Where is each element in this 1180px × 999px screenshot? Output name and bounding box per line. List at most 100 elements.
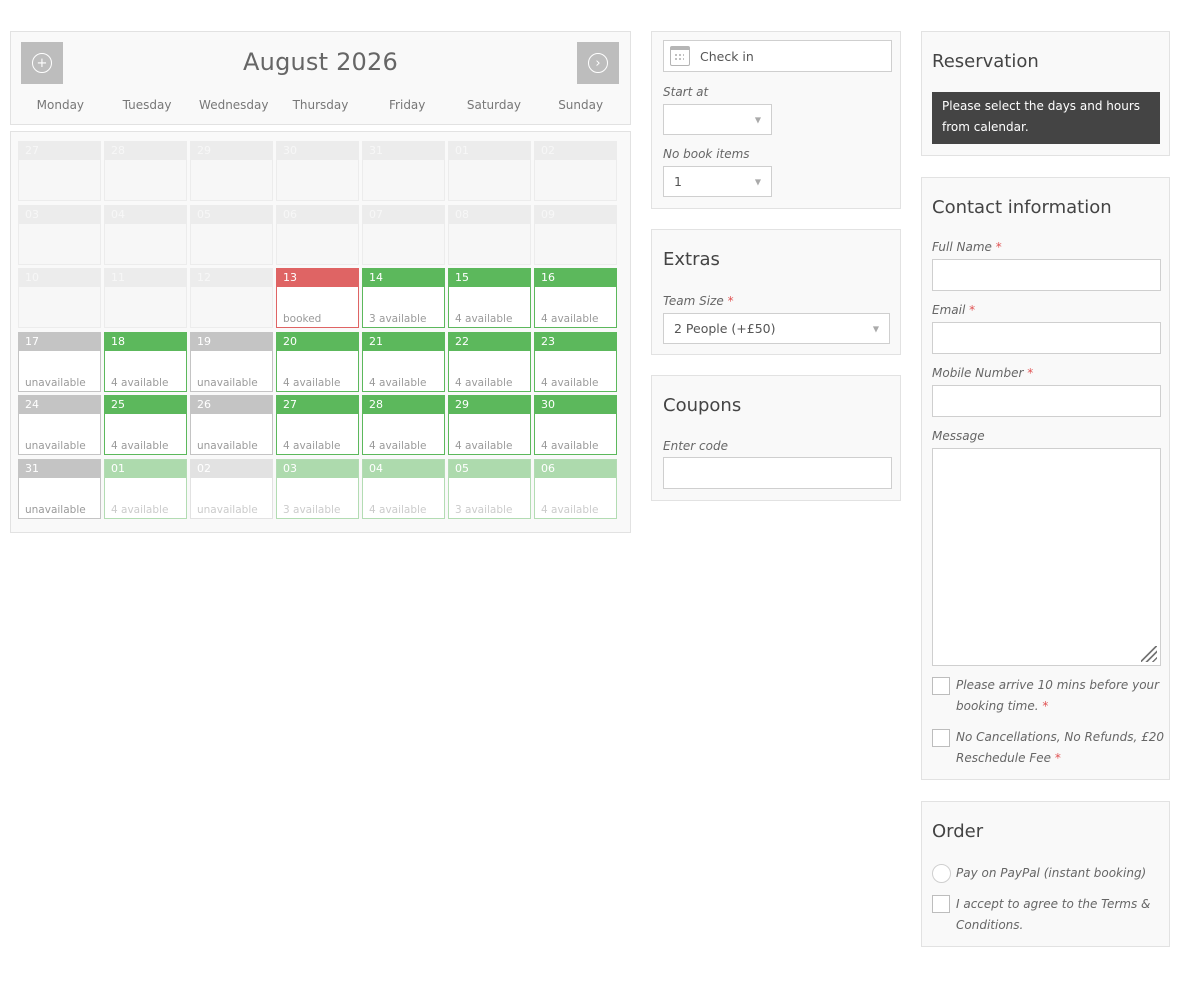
calendar-day-cell: 04 bbox=[104, 204, 187, 265]
calendar-day-cell: 10 bbox=[18, 268, 101, 329]
day-number: 20 bbox=[277, 332, 358, 351]
day-number: 31 bbox=[363, 142, 444, 160]
team-size-value: 2 People (+£50) bbox=[674, 321, 776, 336]
day-number: 27 bbox=[277, 396, 358, 415]
calendar-day-cell[interactable]: 20 4 available bbox=[276, 331, 359, 392]
calendar-day-cell: 05 bbox=[190, 204, 273, 265]
calendar-day-cell[interactable]: 18 4 available bbox=[104, 331, 187, 392]
day-number: 11 bbox=[105, 269, 186, 288]
day-number: 30 bbox=[535, 396, 616, 415]
full-name-input[interactable] bbox=[932, 259, 1161, 291]
day-status: 4 available bbox=[455, 440, 513, 453]
day-status: unavailable bbox=[197, 440, 258, 453]
calendar-day-cell: 28 bbox=[104, 141, 187, 201]
day-number: 15 bbox=[449, 269, 530, 288]
day-number: 04 bbox=[363, 459, 444, 478]
start-at-label: Start at bbox=[663, 85, 709, 99]
day-status: 3 available bbox=[369, 313, 427, 326]
calendar-grid-panel: 27 28 29 30 31 01 02 03 04 05 06 07 08 09 10 11 12 13 book… bbox=[10, 131, 631, 533]
calendar-day-cell[interactable]: 23 4 available bbox=[534, 331, 617, 392]
calendar-day-cell: 31 unavailable bbox=[18, 458, 101, 519]
calendar-day-cell: 08 bbox=[448, 204, 531, 265]
day-number: 04 bbox=[105, 205, 186, 224]
calendar-day-cell: 06 bbox=[276, 204, 359, 265]
day-number: 13 bbox=[277, 269, 358, 288]
day-status: 3 available bbox=[283, 503, 341, 516]
calendar-day-cell[interactable]: 25 4 available bbox=[104, 395, 187, 456]
day-number: 16 bbox=[535, 269, 616, 288]
next-month-button[interactable]: › bbox=[577, 42, 619, 84]
calendar-header: + August 2026 › Monday Tuesday Wednesday… bbox=[10, 31, 631, 125]
day-status: 4 available bbox=[369, 503, 427, 516]
chevron-down-icon: ▼ bbox=[754, 115, 761, 124]
coupons-panel: Coupons Enter code bbox=[651, 375, 901, 501]
start-at-select[interactable]: ▼ bbox=[663, 104, 772, 135]
day-number: 03 bbox=[19, 205, 100, 224]
paypal-label: Pay on PayPal (instant booking) bbox=[956, 866, 1147, 880]
calendar-day-cell[interactable]: 21 4 available bbox=[362, 331, 445, 392]
calendar-day-cell: 12 bbox=[190, 268, 273, 329]
day-number: 07 bbox=[363, 205, 444, 224]
day-status: unavailable bbox=[197, 376, 258, 389]
day-status: 4 available bbox=[541, 440, 599, 453]
book-items-value: 1 bbox=[674, 174, 682, 189]
mobile-input[interactable] bbox=[932, 385, 1161, 417]
weekday-label: Friday bbox=[389, 98, 426, 112]
calendar-day-cell[interactable]: 15 4 available bbox=[448, 268, 531, 329]
arrive-early-checkbox[interactable] bbox=[932, 677, 950, 695]
calendar-day-cell[interactable]: 28 4 available bbox=[362, 395, 445, 456]
calendar-day-cell: 02 bbox=[534, 141, 617, 201]
check-in-field[interactable]: Check in bbox=[663, 40, 892, 72]
calendar-day-cell[interactable]: 29 4 available bbox=[448, 395, 531, 456]
day-number: 03 bbox=[277, 459, 358, 478]
day-number: 29 bbox=[449, 396, 530, 415]
calendar-day-cell[interactable]: 22 4 available bbox=[448, 331, 531, 392]
day-status: 4 available bbox=[541, 503, 599, 516]
day-number: 25 bbox=[105, 396, 186, 415]
calendar-day-cell: 13 booked bbox=[276, 268, 359, 329]
resize-handle-icon[interactable] bbox=[1141, 646, 1157, 662]
calendar-day-cell[interactable]: 16 4 available bbox=[534, 268, 617, 329]
calendar-day-cell: 19 unavailable bbox=[190, 331, 273, 392]
day-number: 19 bbox=[191, 332, 272, 351]
day-number: 30 bbox=[277, 142, 358, 160]
day-number: 28 bbox=[105, 142, 186, 160]
order-title: Order bbox=[932, 821, 984, 842]
weekday-label: Wednesday bbox=[199, 98, 269, 112]
calendar-day-cell[interactable]: 14 3 available bbox=[362, 268, 445, 329]
day-status: 4 available bbox=[369, 440, 427, 453]
day-status: unavailable bbox=[25, 376, 86, 389]
cancellation-policy-checkbox[interactable] bbox=[932, 729, 950, 747]
check-in-label: Check in bbox=[700, 48, 754, 64]
email-input[interactable] bbox=[932, 322, 1161, 354]
calendar-day-cell: 11 bbox=[104, 268, 187, 329]
day-status: 3 available bbox=[455, 503, 513, 516]
reservation-panel: Reservation Please select the days and h… bbox=[921, 31, 1170, 156]
calendar-day-cell: 05 3 available bbox=[448, 458, 531, 519]
day-number: 05 bbox=[449, 459, 530, 478]
day-number: 09 bbox=[535, 205, 616, 224]
calendar-day-cell: 24 unavailable bbox=[18, 395, 101, 456]
day-number: 21 bbox=[363, 332, 444, 351]
terms-checkbox[interactable] bbox=[932, 895, 950, 913]
day-status: 4 available bbox=[283, 376, 341, 389]
calendar-day-cell[interactable]: 30 4 available bbox=[534, 395, 617, 456]
calendar-day-cell[interactable]: 27 4 available bbox=[276, 395, 359, 456]
calendar-day-cell: 17 unavailable bbox=[18, 331, 101, 392]
team-size-select[interactable]: 2 People (+£50) ▼ bbox=[663, 313, 890, 344]
calendar-grid: 27 28 29 30 31 01 02 03 04 05 06 07 08 09 10 11 12 13 book… bbox=[18, 141, 617, 519]
day-number: 14 bbox=[363, 269, 444, 288]
team-size-label: Team Size * bbox=[663, 294, 734, 308]
message-textarea[interactable] bbox=[932, 448, 1161, 666]
day-status: 4 available bbox=[455, 313, 513, 326]
calendar-day-cell: 27 bbox=[18, 141, 101, 201]
calendar-day-cell: 03 3 available bbox=[276, 458, 359, 519]
calendar-day-cell: 29 bbox=[190, 141, 273, 201]
calendar-icon bbox=[670, 46, 690, 66]
day-status: unavailable bbox=[25, 440, 86, 453]
chevron-right-circle-icon: › bbox=[588, 53, 608, 73]
calendar-day-cell: 07 bbox=[362, 204, 445, 265]
paypal-radio[interactable] bbox=[932, 864, 951, 883]
book-items-select[interactable]: 1 ▼ bbox=[663, 166, 772, 197]
coupon-code-input[interactable] bbox=[663, 457, 892, 489]
